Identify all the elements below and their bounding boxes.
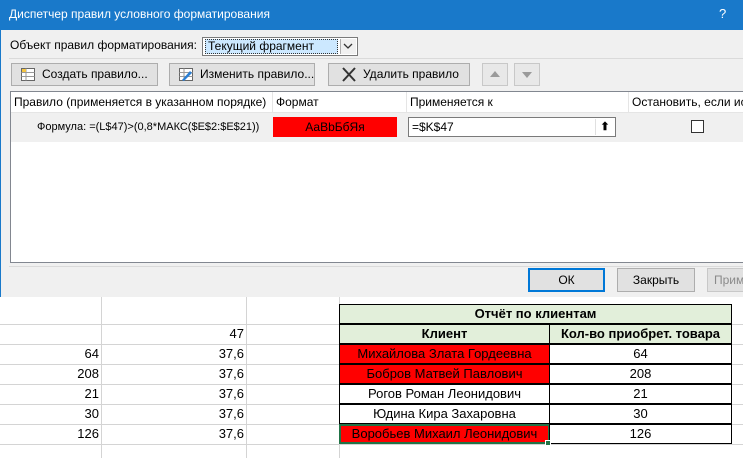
- column-header-applies-to[interactable]: Применяется к: [407, 92, 629, 113]
- stop-if-true-checkbox[interactable]: [691, 120, 704, 133]
- applies-to-value: =$K$47: [412, 120, 454, 134]
- qty-cell[interactable]: 208: [549, 364, 732, 384]
- qty-cell[interactable]: 21: [549, 384, 732, 404]
- chevron-down-icon[interactable]: [340, 39, 356, 54]
- rules-scope-select[interactable]: Текущий фрагмент: [202, 37, 358, 56]
- create-rule-label: Создать правило...: [42, 67, 148, 81]
- qty-cell[interactable]: 64: [549, 344, 732, 364]
- close-button[interactable]: Закрыть: [617, 268, 695, 292]
- rules-list[interactable]: Правило (применяется в указанном порядке…: [10, 91, 743, 263]
- delete-rule-label: Удалить правило: [363, 67, 459, 81]
- qty-cell[interactable]: 30: [549, 404, 732, 424]
- rule-row[interactable]: Формула: =(L$47)>(0,8*МАКС($E$2:$E$21)) …: [11, 113, 743, 142]
- cell-b-3[interactable]: 37,6: [102, 364, 244, 384]
- rules-scope-label: Объект правил форматирования:: [10, 38, 197, 52]
- cell-b-5[interactable]: 37,6: [102, 404, 244, 424]
- edit-rule-button[interactable]: Изменить правило...: [169, 63, 315, 86]
- cell-a-2[interactable]: 64: [0, 344, 99, 364]
- rules-scope-value: Текущий фрагмент: [205, 39, 338, 54]
- create-rule-button[interactable]: Создать правило...: [11, 63, 158, 86]
- client-cell[interactable]: Рогов Роман Леонидович: [339, 384, 550, 404]
- new-rule-icon: [20, 67, 36, 82]
- column-header-stop-if-true[interactable]: Остановить, если ист: [629, 92, 743, 113]
- cell-a-3[interactable]: 208: [0, 364, 99, 384]
- move-down-button[interactable]: [514, 63, 540, 86]
- apply-button[interactable]: Прим: [707, 268, 743, 292]
- report-table-title[interactable]: Отчёт по клиентам: [339, 304, 732, 324]
- divider: [9, 266, 743, 267]
- cell-a-5[interactable]: 30: [0, 404, 99, 424]
- grid-line: [246, 297, 247, 458]
- client-cell[interactable]: Бобров Матвей Павлович: [339, 364, 550, 384]
- cell-a-4[interactable]: 21: [0, 384, 99, 404]
- qty-cell[interactable]: 126: [549, 424, 732, 444]
- dialog-title: Диспетчер правил условного форматировани…: [9, 7, 270, 21]
- column-header-format[interactable]: Формат: [273, 92, 407, 113]
- client-cell-selected[interactable]: Воробьев Михаил Леонидович: [339, 424, 550, 444]
- range-picker-icon[interactable]: ⬆: [595, 119, 614, 135]
- applies-to-field[interactable]: =$K$47 ⬆: [408, 117, 616, 137]
- delete-rule-button[interactable]: Удалить правило: [328, 63, 470, 86]
- cell-b-1[interactable]: 47: [102, 324, 244, 344]
- arrow-up-icon: [490, 71, 500, 77]
- cell-a-6[interactable]: 126: [0, 424, 99, 444]
- table-header-client[interactable]: Клиент: [339, 324, 550, 344]
- cell-b-2[interactable]: 37,6: [102, 344, 244, 364]
- help-button[interactable]: ?: [719, 6, 726, 21]
- table-header-qty[interactable]: Кол-во приобрет. товара: [549, 324, 732, 344]
- cf-rules-manager-dialog: Диспетчер правил условного форматировани…: [0, 0, 743, 297]
- edit-rule-label: Изменить правило...: [200, 67, 315, 81]
- cell-b-6[interactable]: 37,6: [102, 424, 244, 444]
- format-preview: АаВbБбЯя: [273, 117, 397, 137]
- client-cell[interactable]: Юдина Кира Захаровна: [339, 404, 550, 424]
- cell-b-4[interactable]: 37,6: [102, 384, 244, 404]
- arrow-down-icon: [522, 72, 532, 78]
- client-cell[interactable]: Михайлова Злата Гордеевна: [339, 344, 550, 364]
- ok-button[interactable]: ОК: [528, 268, 605, 292]
- rule-formula: Формула: =(L$47)>(0,8*МАКС($E$2:$E$21)): [37, 121, 260, 133]
- grid-line: [0, 444, 743, 445]
- cell-a-1[interactable]: [0, 324, 99, 344]
- move-up-button[interactable]: [482, 63, 508, 86]
- edit-rule-icon: [178, 67, 194, 82]
- column-header-rule[interactable]: Правило (применяется в указанном порядке…: [11, 92, 273, 113]
- divider: [9, 58, 743, 59]
- delete-icon: [341, 67, 357, 82]
- fill-handle[interactable]: [545, 440, 551, 446]
- dialog-titlebar[interactable]: Диспетчер правил условного форматировани…: [1, 0, 743, 30]
